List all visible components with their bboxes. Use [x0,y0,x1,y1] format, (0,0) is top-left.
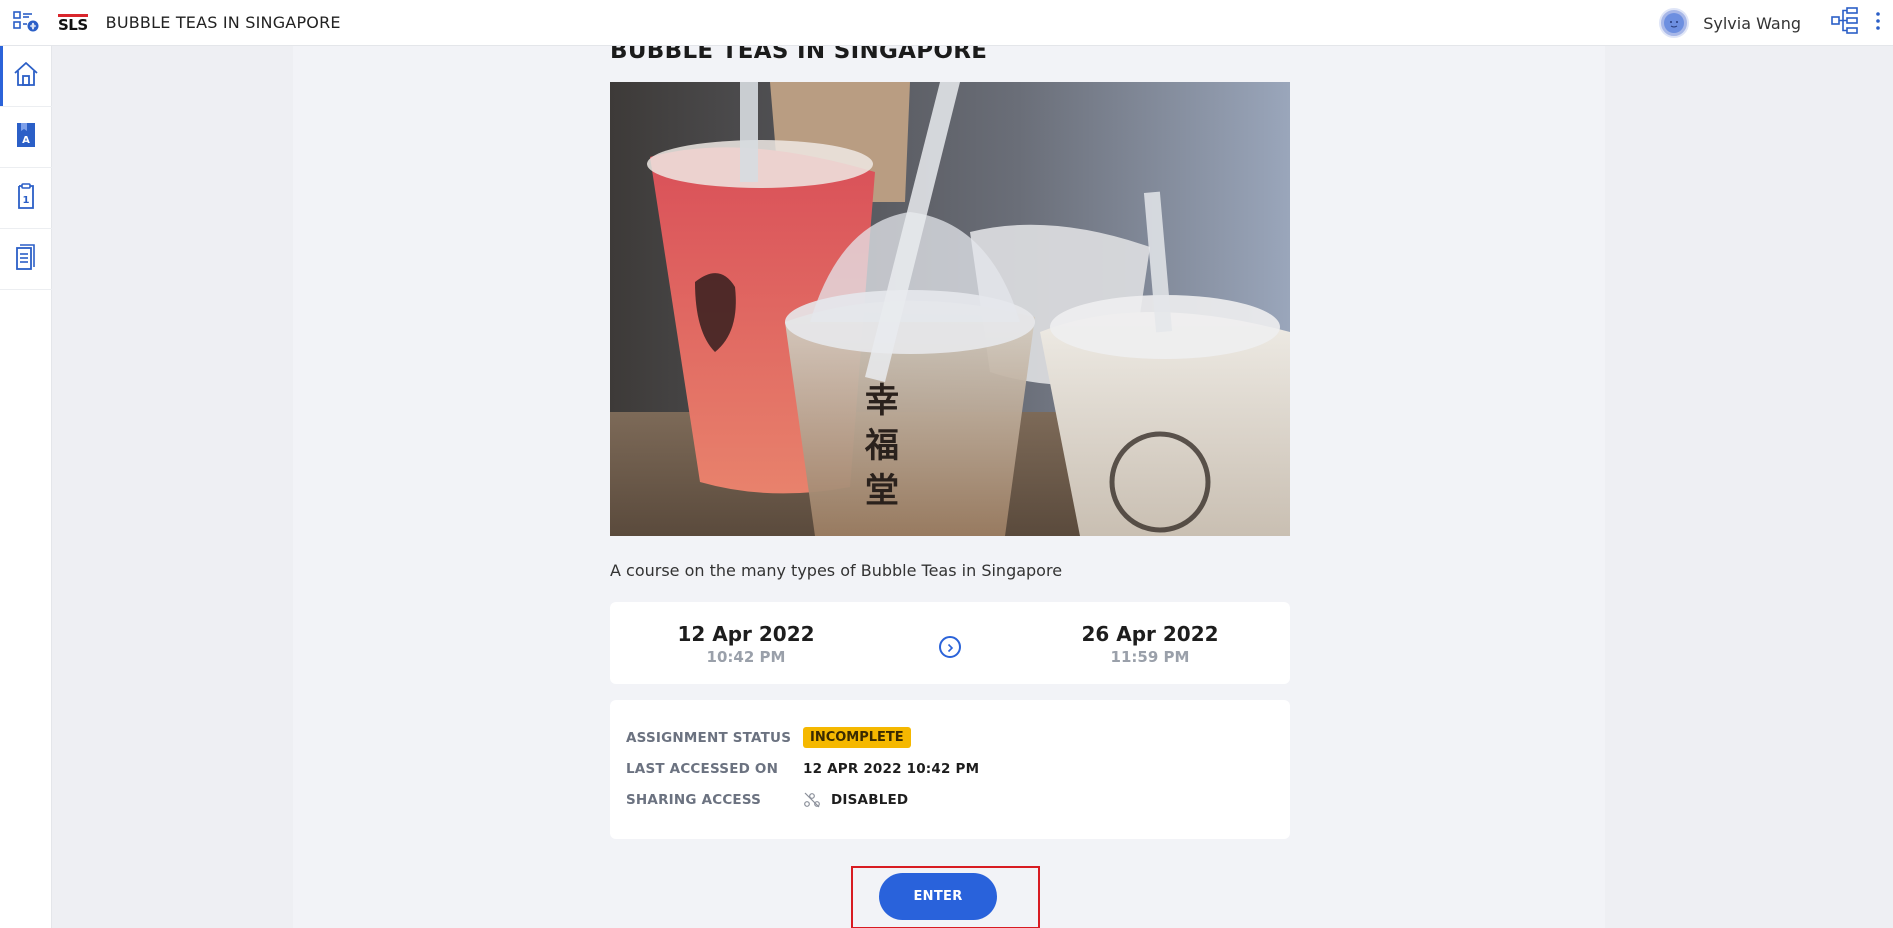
status-badge: INCOMPLETE [803,727,911,748]
assignment-status-card: ASSIGNMENT STATUS INCOMPLETE LAST ACCESS… [610,700,1290,839]
sidebar-item-lesson[interactable]: A [0,107,52,168]
sidebar-item-assessment[interactable]: 1 [0,168,52,229]
avatar[interactable] [1659,8,1690,38]
more-options-button[interactable] [1863,0,1893,46]
assignment-status-label: ASSIGNMENT STATUS [626,729,792,746]
course-dates-card: 12 Apr 2022 10:42 PM 26 Apr 2022 11:59 P… [610,602,1290,684]
lesson-a-icon: A [13,121,39,153]
end-date-block: 26 Apr 2022 11:59 PM [1050,622,1250,666]
course-overview: BUBBLE TEAS IN SINGAPORE 幸 福 堂 A course … [610,38,1290,839]
user-face-icon [1664,13,1685,33]
svg-text:堂: 堂 [865,471,899,511]
more-vertical-icon [1875,11,1881,35]
sharing-disabled-icon [803,791,821,809]
date-range-arrow [939,636,961,658]
top-bar: SLS BUBBLE TEAS IN SINGAPORE Sylvia Wang [0,0,1893,46]
enter-button-highlight: ENTER [851,866,1040,928]
sidebar: A 1 [0,46,52,928]
start-date-block: 12 Apr 2022 10:42 PM [646,622,846,666]
last-accessed-value: 12 APR 2022 10:42 PM [803,761,980,777]
end-date: 26 Apr 2022 [1081,622,1219,646]
page-title: BUBBLE TEAS IN SINGAPORE [105,13,341,32]
apps-menu-icon [12,9,40,37]
sidebar-item-documents[interactable] [0,229,52,290]
course-cover-image: 幸 福 堂 [610,82,1290,536]
user-name[interactable]: Sylvia Wang [1703,14,1801,33]
structure-icon [1830,6,1860,40]
home-icon [12,60,40,92]
chevron-right-icon [945,638,955,657]
assessment-1-icon: 1 [13,182,39,214]
end-time: 11:59 PM [1110,648,1190,666]
logo-text: SLS [58,13,88,34]
last-accessed-row: LAST ACCESSED ON 12 APR 2022 10:42 PM [626,761,979,777]
sharing-access-label: SHARING ACCESS [626,792,762,808]
svg-text:1: 1 [23,195,30,206]
last-accessed-label: LAST ACCESSED ON [626,761,779,777]
apps-menu-button[interactable] [0,0,52,46]
svg-text:幸: 幸 [865,381,899,421]
sls-logo[interactable]: SLS [58,13,88,34]
structure-button[interactable] [1827,0,1863,46]
course-description: A course on the many types of Bubble Tea… [610,561,1063,580]
svg-text:A: A [22,135,30,146]
document-list-icon [13,243,39,275]
sharing-access-value: DISABLED [831,792,909,808]
sidebar-item-home[interactable] [0,46,52,107]
svg-text:福: 福 [864,426,899,466]
enter-button[interactable]: ENTER [879,873,997,920]
assignment-status-row: ASSIGNMENT STATUS INCOMPLETE [626,727,911,748]
start-date: 12 Apr 2022 [677,622,815,646]
start-time: 10:42 PM [706,648,786,666]
sharing-access-row: SHARING ACCESS DISABLED [626,791,908,809]
